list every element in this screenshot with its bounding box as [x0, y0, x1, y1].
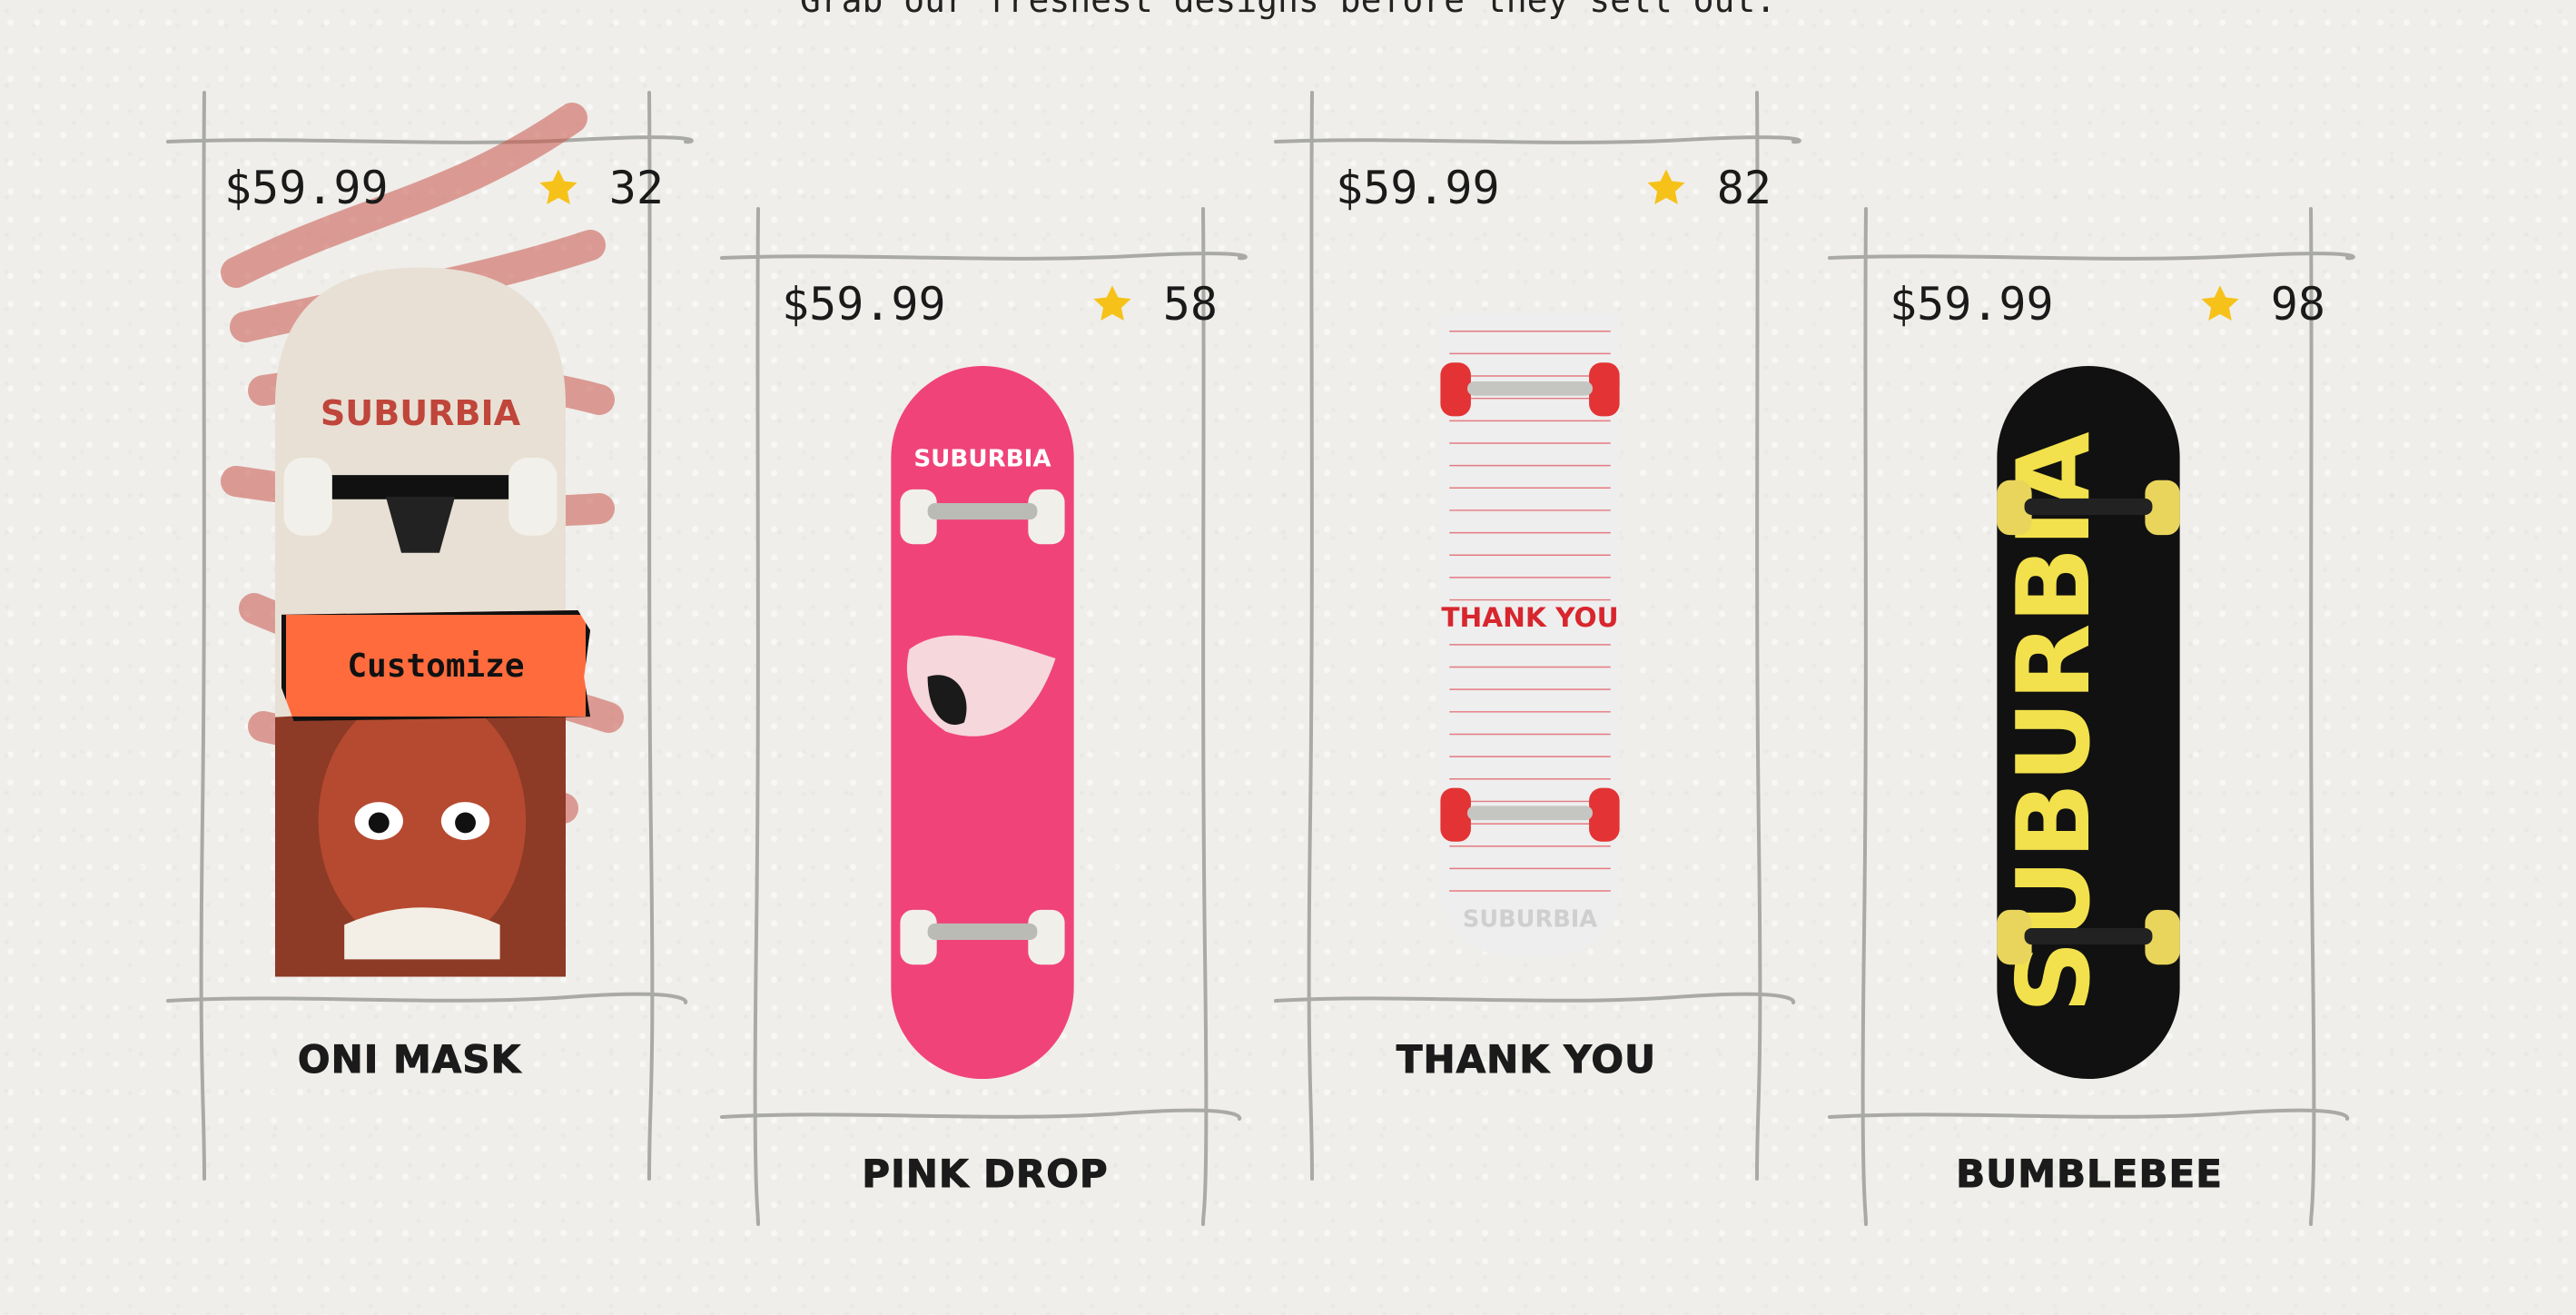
star-icon — [2201, 285, 2239, 321]
skateboard-deck-image: SUBURBIA — [891, 366, 1074, 1079]
product-price: $59.99 — [782, 278, 946, 331]
product-card-bumblebee[interactable]: SUBURBIA $59.99 98 BUMBLEBEE — [1828, 207, 2385, 1315]
customize-button[interactable]: Customize — [281, 610, 590, 721]
deck-brand-text: SUBURBIA — [321, 393, 521, 433]
product-name[interactable]: THANK YOU — [1249, 1037, 1804, 1083]
skateboard-deck-image: SUBURBIA — [1996, 366, 2180, 1079]
skateboard-deck-image: THANK YOU SUBURBIA — [1440, 313, 1620, 958]
product-rating: 82 — [1643, 162, 1772, 214]
product-price: $59.99 — [1336, 162, 1500, 214]
deck-brand-text: SUBURBIA — [913, 446, 1051, 473]
star-icon — [539, 169, 577, 204]
star-icon — [1647, 169, 1685, 204]
product-rating: 32 — [535, 162, 664, 214]
product-price: $59.99 — [1890, 278, 2054, 331]
tagline: Grab our freshest designs before they se… — [799, 0, 1777, 20]
product-name[interactable]: ONI MASK — [132, 1037, 687, 1083]
product-name[interactable]: BUMBLEBEE — [1811, 1152, 2367, 1197]
product-card-oni-mask[interactable]: SUBURBIA $59.99 32 Customize ONI MASK — [166, 91, 724, 1199]
product-name[interactable]: PINK DROP — [707, 1152, 1263, 1197]
star-icon — [1093, 285, 1131, 321]
product-card-pink-drop[interactable]: SUBURBIA $59.99 58 PINK DROP — [720, 207, 1278, 1315]
product-price: $59.99 — [224, 162, 389, 214]
rating-count: 82 — [1716, 162, 1772, 214]
rating-count: 58 — [1162, 278, 1218, 331]
product-card-thank-you[interactable]: THANK YOU SUBURBIA $59.99 82 THANK YOU — [1274, 91, 1831, 1199]
rating-count: 32 — [608, 162, 664, 214]
product-rating: 98 — [2196, 278, 2325, 331]
product-rating: 58 — [1089, 278, 1218, 331]
rating-count: 98 — [2270, 278, 2325, 331]
deck-text: THANK YOU — [1441, 602, 1618, 633]
deck-brand-text: SUBURBIA — [1463, 905, 1597, 933]
